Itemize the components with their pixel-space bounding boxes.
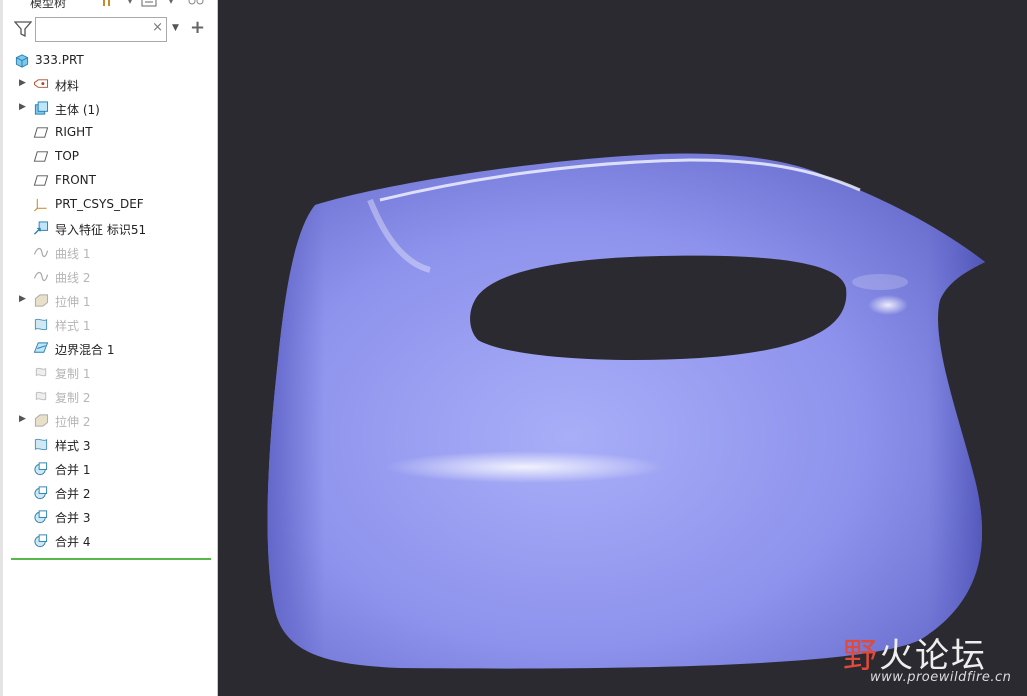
tree-item-label: 拉伸 1 (55, 295, 91, 309)
tree-item-label: RIGHT (55, 125, 93, 139)
tree-item[interactable]: 导入特征 标识51 (0, 216, 218, 240)
tree-item[interactable]: ▶ 拉伸 1 (0, 288, 218, 312)
tree-root[interactable]: 333.PRT (0, 48, 218, 72)
boundary-blend-icon (33, 341, 49, 356)
datum-plane-icon (33, 149, 49, 164)
tree-item-label: 拉伸 2 (55, 415, 91, 429)
search-box[interactable]: × (35, 17, 167, 42)
curve-icon (33, 245, 49, 260)
tree-item[interactable]: 样式 3 (0, 432, 218, 456)
merge-icon (33, 485, 49, 500)
watermark-url: www.proewildfire.cn (870, 670, 1012, 685)
close-icon[interactable]: × (152, 20, 163, 35)
tree-item-label: 复制 2 (55, 391, 91, 405)
tree-item-label: 合并 3 (55, 511, 91, 525)
insert-here-line[interactable] (11, 558, 211, 560)
tree-item-label: PRT_CSYS_DEF (55, 197, 144, 211)
merge-icon (33, 533, 49, 548)
expand-arrow-icon[interactable]: ▶ (19, 102, 29, 112)
expand-arrow-icon[interactable]: ▶ (19, 414, 29, 424)
tree-filter-row: × ▼ + (0, 16, 218, 44)
tree-item[interactable]: ▶ 拉伸 2 (0, 408, 218, 432)
merge-icon (33, 461, 49, 476)
datum-plane-icon (33, 125, 49, 140)
model-tree-tabbar: 模型树 ▾ ▾ (0, 0, 218, 12)
tree-item[interactable]: 复制 1 (0, 360, 218, 384)
search-input[interactable] (39, 19, 153, 42)
tree-item-label: 样式 1 (55, 319, 91, 333)
filter-icon[interactable] (14, 20, 32, 38)
graphics-viewport[interactable] (219, 0, 1027, 696)
tree-item[interactable]: 曲线 1 (0, 240, 218, 264)
tree-item[interactable]: 边界混合 1 (0, 336, 218, 360)
tree-item[interactable]: ▶ 主体 (1) (0, 96, 218, 120)
tree-root-label: 333.PRT (35, 53, 84, 67)
extrude-icon (33, 293, 49, 308)
part-icon (15, 54, 29, 68)
show-hide-icon[interactable] (186, 0, 204, 8)
tree-item-label: 导入特征 标识51 (55, 223, 147, 237)
chevron-down-icon[interactable]: ▼ (172, 23, 179, 33)
tree-item[interactable]: ▶ 材料 (0, 72, 218, 96)
style-icon (33, 317, 49, 332)
tree-item-label: 复制 1 (55, 367, 91, 381)
tree-item[interactable]: 合并 1 (0, 456, 218, 480)
watermark: 野火论坛 www.proewildfire.cn (840, 628, 1027, 696)
style-icon (33, 437, 49, 452)
extrude-icon (33, 413, 49, 428)
copy-icon (33, 389, 49, 404)
expand-arrow-icon[interactable]: ▶ (19, 78, 29, 88)
tree-item[interactable]: 曲线 2 (0, 264, 218, 288)
add-icon[interactable]: + (190, 17, 205, 38)
material-icon (33, 77, 49, 92)
import-feature-icon (33, 221, 49, 236)
tree-item[interactable]: 复制 2 (0, 384, 218, 408)
model-tree-panel: 模型树 ▾ ▾ × ▼ + 333.PRT ▶ 材料 ▶ 主体 (1) RIGH… (0, 0, 218, 696)
curve-icon (33, 269, 49, 284)
tree-item[interactable]: 合并 3 (0, 504, 218, 528)
tree-item-label: 主体 (1) (55, 103, 100, 117)
tree-item-label: FRONT (55, 173, 96, 187)
csys-icon (33, 197, 49, 212)
tree-item-label: 曲线 1 (55, 247, 91, 261)
datum-plane-icon (33, 173, 49, 188)
tree-item[interactable]: 合并 4 (0, 528, 218, 552)
tree-item-label: 合并 4 (55, 535, 91, 549)
merge-icon (33, 509, 49, 524)
expand-arrow-icon[interactable]: ▶ (19, 294, 29, 304)
tree-item[interactable]: TOP (0, 144, 218, 168)
tree-item[interactable]: 合并 2 (0, 480, 218, 504)
chevron-down-icon[interactable]: ▾ (164, 0, 178, 8)
model-kettle[interactable] (219, 0, 1027, 696)
tree-item-label: 合并 1 (55, 463, 91, 477)
tree-item-label: 材料 (55, 79, 80, 93)
tree-item-label: 合并 2 (55, 487, 91, 501)
tree-columns-icon[interactable] (141, 0, 157, 8)
model-tree-tab[interactable]: 模型树 (30, 0, 66, 11)
tree-item-label: 边界混合 1 (55, 343, 115, 357)
tree-item[interactable]: FRONT (0, 168, 218, 192)
tree-item[interactable]: 样式 1 (0, 312, 218, 336)
settings-icon[interactable] (100, 0, 114, 8)
body-icon (33, 101, 49, 116)
tree-item-label: 曲线 2 (55, 271, 91, 285)
tree-item[interactable]: RIGHT (0, 120, 218, 144)
tree-item-label: 样式 3 (55, 439, 91, 453)
chevron-down-icon[interactable]: ▾ (123, 0, 137, 8)
tree-item-label: TOP (55, 149, 80, 163)
tree-item[interactable]: PRT_CSYS_DEF (0, 192, 218, 216)
copy-icon (33, 365, 49, 380)
